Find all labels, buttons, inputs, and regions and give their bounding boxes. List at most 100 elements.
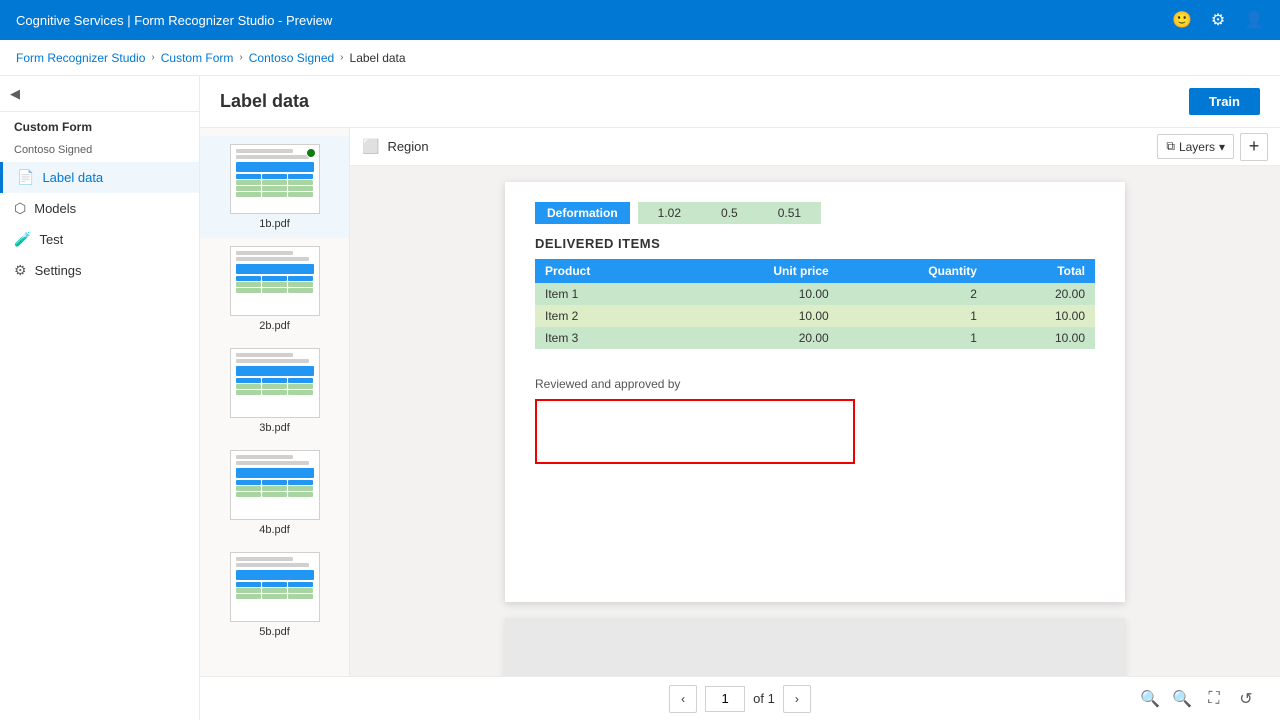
row2-quantity: 1	[839, 305, 987, 327]
sidebar-item-test[interactable]: 🧪 Test	[0, 224, 199, 255]
breadcrumb-sep-1: ›	[151, 52, 154, 63]
region-label: Region	[387, 139, 428, 154]
sidebar-nav: 📄 Label data ⬡ Models 🧪 Test ⚙ Settings	[0, 162, 199, 286]
page-number-input[interactable]: 1	[705, 686, 745, 712]
status-dot-1b	[306, 148, 316, 158]
breadcrumb-sep-3: ›	[340, 52, 343, 63]
file-thumbnail-5b	[230, 552, 320, 622]
toolbar-right: ⧉ Layers ▾ +	[1157, 133, 1268, 161]
main-layout: ◀ Custom Form Contoso Signed 📄 Label dat…	[0, 76, 1280, 720]
file-item-4b[interactable]: 4b.pdf	[200, 442, 349, 544]
main-content: Label data Train	[200, 76, 1280, 720]
items-table: Product Unit price Quantity Total Item 1…	[535, 259, 1095, 349]
content-area: 1b.pdf	[200, 128, 1280, 720]
row1-quantity: 2	[839, 283, 987, 305]
deformation-tag: Deformation	[535, 202, 630, 224]
next-page-button[interactable]: ›	[783, 685, 811, 713]
col-total: Total	[987, 259, 1095, 283]
chevron-down-icon: ▾	[1219, 140, 1225, 154]
document-page: Deformation 1.02 0.5 0.51 DELIVERED ITEM…	[505, 182, 1125, 602]
deformation-values: 1.02 0.5 0.51	[638, 202, 821, 224]
file-thumbnail-4b	[230, 450, 320, 520]
deformation-val-2: 0.5	[721, 206, 738, 220]
row2-total: 10.00	[987, 305, 1095, 327]
document-viewer: ⬜ Region ⧉ Layers ▾ +	[350, 128, 1280, 720]
pagination: ‹ 1 of 1 › 🔍 🔍 ⛶ ↺	[200, 676, 1280, 720]
breadcrumb-custom-form[interactable]: Custom Form	[161, 51, 234, 65]
test-icon: 🧪	[14, 231, 31, 248]
zoom-in-button[interactable]: 🔍	[1168, 685, 1196, 713]
add-region-button[interactable]: +	[1240, 133, 1268, 161]
file-item-2b[interactable]: 2b.pdf	[200, 238, 349, 340]
zoom-out-button[interactable]: 🔍	[1136, 685, 1164, 713]
reviewed-label: Reviewed and approved by	[535, 377, 1095, 391]
row3-quantity: 1	[839, 327, 987, 349]
prev-page-button[interactable]: ‹	[669, 685, 697, 713]
row2-unit-price: 10.00	[676, 305, 839, 327]
file-item-3b[interactable]: 3b.pdf	[200, 340, 349, 442]
file-label-3b: 3b.pdf	[259, 422, 290, 434]
label-data-icon: 📄	[17, 169, 34, 186]
col-quantity: Quantity	[839, 259, 987, 283]
page-title: Label data	[220, 91, 309, 112]
col-unit-price: Unit price	[676, 259, 839, 283]
deformation-val-3: 0.51	[778, 206, 801, 220]
breadcrumb: Form Recognizer Studio › Custom Form › C…	[0, 40, 1280, 76]
settings-nav-icon: ⚙	[14, 262, 27, 279]
row2-product: Item 2	[535, 305, 676, 327]
emoji-icon[interactable]: 🙂	[1172, 10, 1192, 30]
col-product: Product	[535, 259, 676, 283]
breadcrumb-sep-2: ›	[239, 52, 242, 63]
layers-label: Layers	[1179, 140, 1215, 154]
deformation-row: Deformation 1.02 0.5 0.51	[535, 202, 1095, 224]
deformation-val-1: 1.02	[658, 206, 681, 220]
row1-unit-price: 10.00	[676, 283, 839, 305]
sidebar-item-settings-text: Settings	[35, 263, 82, 278]
train-button[interactable]: Train	[1189, 88, 1260, 115]
signature-box	[535, 399, 855, 464]
sidebar-group-label: Contoso Signed	[0, 138, 199, 162]
account-icon[interactable]: 👤	[1244, 10, 1264, 30]
region-frame-icon: ⬜	[362, 138, 379, 155]
file-label-5b: 5b.pdf	[259, 626, 290, 638]
sidebar-item-test-text: Test	[39, 232, 63, 247]
breadcrumb-form-recognizer[interactable]: Form Recognizer Studio	[16, 51, 145, 65]
row3-total: 10.00	[987, 327, 1095, 349]
sidebar-item-models[interactable]: ⬡ Models	[0, 193, 199, 224]
file-item-1b[interactable]: 1b.pdf	[200, 136, 349, 238]
zoom-controls: 🔍 🔍 ⛶ ↺	[1136, 685, 1260, 713]
file-label-2b: 2b.pdf	[259, 320, 290, 332]
breadcrumb-contoso[interactable]: Contoso Signed	[249, 51, 334, 65]
reset-zoom-button[interactable]: ↺	[1232, 685, 1260, 713]
sidebar: ◀ Custom Form Contoso Signed 📄 Label dat…	[0, 76, 200, 720]
layers-button[interactable]: ⧉ Layers ▾	[1157, 134, 1234, 159]
file-thumbnail-3b	[230, 348, 320, 418]
file-label-4b: 4b.pdf	[259, 524, 290, 536]
file-panel: 1b.pdf	[200, 128, 350, 720]
page-of-label: of 1	[753, 691, 775, 706]
sidebar-item-label-data[interactable]: 📄 Label data	[0, 162, 199, 193]
reviewed-section: Reviewed and approved by	[535, 377, 1095, 464]
sidebar-item-models-text: Models	[34, 201, 76, 216]
table-row: Item 1 10.00 2 20.00	[535, 283, 1095, 305]
row1-total: 20.00	[987, 283, 1095, 305]
table-row: Item 3 20.00 1 10.00	[535, 327, 1095, 349]
fit-page-button[interactable]: ⛶	[1200, 685, 1228, 713]
topbar-icons: 🙂 ⚙ 👤	[1172, 10, 1264, 30]
file-thumbnail-1b	[230, 144, 320, 214]
row3-product: Item 3	[535, 327, 676, 349]
row3-unit-price: 20.00	[676, 327, 839, 349]
viewer-toolbar: ⬜ Region ⧉ Layers ▾ +	[350, 128, 1280, 166]
layers-icon: ⧉	[1166, 139, 1175, 154]
file-item-5b[interactable]: 5b.pdf	[200, 544, 349, 646]
topbar: Cognitive Services | Form Recognizer Stu…	[0, 0, 1280, 40]
sidebar-collapse-button[interactable]: ◀	[0, 76, 199, 112]
sidebar-item-settings[interactable]: ⚙ Settings	[0, 255, 199, 286]
settings-icon[interactable]: ⚙	[1208, 10, 1228, 30]
file-thumbnail-2b	[230, 246, 320, 316]
invoice-content: Deformation 1.02 0.5 0.51 DELIVERED ITEM…	[505, 182, 1125, 484]
file-label-1b: 1b.pdf	[259, 218, 290, 230]
sidebar-item-label-data-text: Label data	[42, 170, 103, 185]
models-icon: ⬡	[14, 200, 26, 217]
app-title: Cognitive Services | Form Recognizer Stu…	[16, 13, 332, 28]
